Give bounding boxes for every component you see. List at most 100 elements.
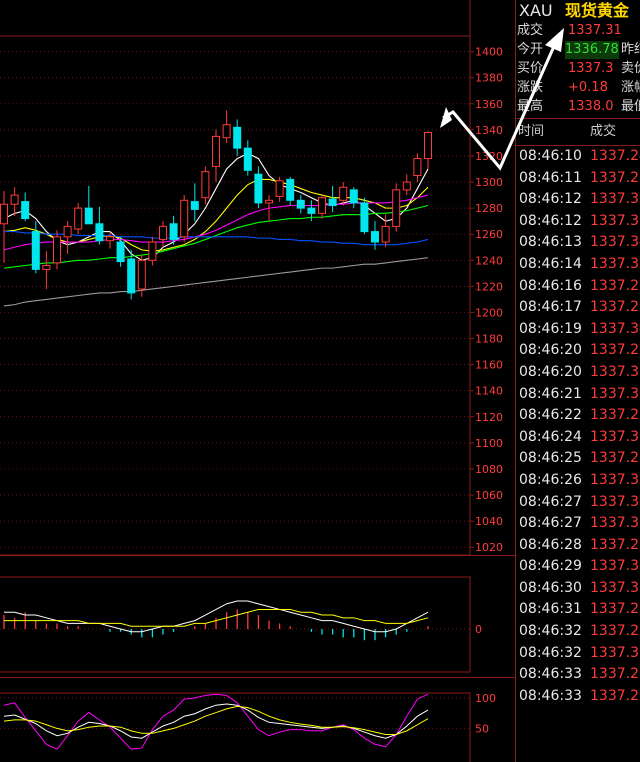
tick-row: 08:46:32 1337.28 — [516, 621, 640, 643]
candle — [95, 206, 104, 245]
price-tick-label: 1200 — [475, 306, 503, 319]
quote-panel: XAU 现货黄金 成交 1337.31 今开 1336.78昨结买价 1337.3 卖价涨… — [515, 0, 640, 762]
candle — [31, 221, 40, 274]
price-tick-label: 1300 — [475, 176, 503, 189]
price-tick-label: 1360 — [475, 98, 503, 111]
candle-body — [233, 126, 242, 149]
tick-row: 08:46:20 1337.29 — [516, 340, 640, 362]
candle-body — [63, 225, 72, 238]
tick-time: 08:46:19 — [519, 320, 582, 337]
candle-body — [286, 178, 295, 201]
candle — [254, 166, 263, 209]
candle-body — [10, 194, 19, 205]
tick-time: 08:46:25 — [519, 450, 582, 467]
candle — [21, 192, 30, 222]
candle-body — [201, 171, 210, 199]
candle — [360, 197, 369, 235]
quote-label-secondary: 最低 — [621, 99, 640, 114]
tick-price: 1337.26 — [590, 277, 640, 294]
candle — [180, 195, 189, 243]
price-tick-label: 1220 — [475, 280, 503, 293]
tick-price: 1337.28 — [590, 299, 640, 316]
candle-body — [53, 236, 61, 264]
candle-body — [127, 258, 136, 294]
candle — [349, 187, 358, 209]
quote-value: 1336.78 — [565, 41, 619, 59]
tick-row: 08:46:16 1337.26 — [516, 276, 640, 298]
kdj-tick-label: 100 — [475, 692, 496, 705]
price-tick-label: 1340 — [475, 124, 503, 137]
candle-body — [190, 201, 199, 210]
symbol-code: XAU — [519, 1, 553, 20]
tick-time: 08:46:31 — [519, 601, 582, 618]
candle-body — [106, 236, 114, 242]
quote-value: 1337.3 — [568, 61, 614, 76]
quote-header: XAU 现货黄金 — [516, 0, 640, 22]
candle-body — [265, 199, 273, 204]
tick-price: 1337.34 — [590, 320, 640, 337]
tick-time: 08:46:32 — [519, 644, 582, 661]
tick-price: 1337.34 — [590, 234, 640, 251]
quote-label-secondary: 卖价 — [621, 61, 640, 76]
kdj-d-line — [3, 705, 429, 736]
candle-body — [254, 173, 263, 204]
macd-zero-label: 0 — [475, 623, 482, 636]
tick-time: 08:46:32 — [519, 623, 582, 640]
macd-panel: 0 — [0, 576, 482, 673]
candle-body — [21, 201, 30, 220]
candle-body — [31, 231, 40, 270]
price-tick-label: 1380 — [475, 72, 503, 85]
candle-body — [381, 225, 390, 243]
tick-row: 08:46:11 1337.26 — [516, 168, 640, 190]
tick-price: 1337.30 — [590, 212, 640, 229]
tick-time: 08:46:12 — [519, 191, 582, 208]
price-tick-label: 1160 — [475, 359, 503, 372]
candle — [42, 251, 51, 289]
candle — [222, 110, 231, 143]
price-tick-label: 1240 — [475, 254, 503, 267]
quote-row: 买价 1337.3 卖价 — [516, 60, 640, 78]
tick-time: 08:46:22 — [519, 407, 582, 424]
main-chart-frame — [0, 35, 471, 556]
tick-row: 08:46:19 1337.34 — [516, 319, 640, 341]
candle — [402, 174, 411, 196]
candle-body — [392, 189, 401, 227]
tick-price: 1337.30 — [590, 579, 640, 596]
tick-price: 1337.29 — [590, 687, 640, 704]
tick-time: 08:46:10 — [519, 148, 582, 164]
tick-price: 1337.29 — [590, 407, 640, 424]
candle — [212, 129, 220, 183]
tick-time: 08:46:24 — [519, 428, 582, 445]
tick-price: 1337.30 — [590, 558, 640, 575]
candle — [392, 183, 401, 232]
candle-body — [413, 158, 422, 177]
candle — [148, 236, 157, 266]
ticks-header-price: 成交 — [590, 124, 617, 139]
kline-chart-area[interactable]: 1400 1380 1360 1340 1320 1300 1280 1260 1240 1220… — [0, 0, 515, 762]
candle-body — [0, 203, 8, 225]
candle — [159, 221, 167, 248]
tick-time: 08:46:14 — [519, 255, 582, 272]
tick-row: 08:46:27 1337.30 — [516, 513, 640, 535]
candle — [74, 202, 83, 235]
tick-row: 08:46:25 1337.28 — [516, 448, 640, 470]
macd-frame — [0, 576, 471, 673]
tick-list[interactable]: 08:46:10 1337.24 08:46:11 1337.26 08:46:12 13… — [516, 146, 640, 707]
price-tick-label: 1180 — [475, 333, 503, 346]
candle — [201, 166, 210, 205]
quote-label: 最高 — [517, 99, 544, 114]
candle — [328, 185, 337, 213]
tick-row: 08:46:27 1337.30 — [516, 492, 640, 514]
candle-body — [137, 259, 146, 290]
candle — [318, 195, 326, 219]
candle — [413, 153, 422, 183]
tick-price: 1337.30 — [590, 385, 640, 402]
tick-row: 08:46:29 1337.30 — [516, 556, 640, 578]
tick-time: 08:46:20 — [519, 342, 582, 359]
tick-price: 1337.28 — [590, 601, 640, 618]
candle-body — [42, 265, 51, 270]
tick-row: 08:46:30 1337.30 — [516, 578, 640, 600]
tick-row: 08:46:12 1337.30 — [516, 211, 640, 233]
ticks-header-time: 时间 — [518, 124, 545, 139]
candle-body — [371, 231, 379, 243]
